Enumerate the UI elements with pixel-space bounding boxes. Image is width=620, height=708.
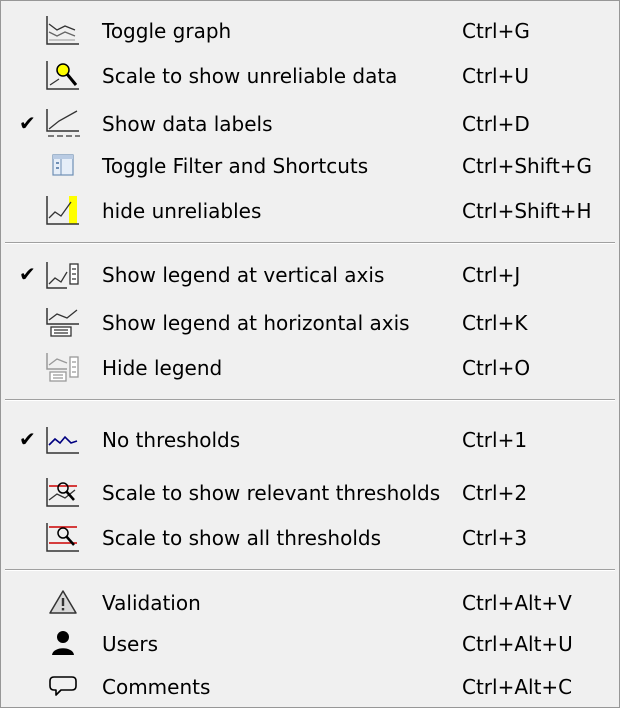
all-thresholds-icon bbox=[45, 521, 81, 553]
menu-item-show-data-labels[interactable]: ✔ Show data labels Ctrl+D bbox=[1, 104, 619, 144]
check-icon: ✔ bbox=[19, 262, 36, 286]
menu-item-hide-unreliables[interactable]: hide unreliables Ctrl+Shift+H bbox=[1, 191, 619, 231]
check-icon: ✔ bbox=[19, 427, 36, 451]
menu-item-shortcut: Ctrl+Alt+C bbox=[462, 675, 573, 699]
menu-item-relevant-thresholds[interactable]: Scale to show relevant thresholds Ctrl+2 bbox=[1, 473, 619, 513]
menu-item-all-thresholds[interactable]: Scale to show all thresholds Ctrl+3 bbox=[1, 518, 619, 558]
menu-item-label: Validation bbox=[102, 591, 201, 615]
menu-item-label: Toggle Filter and Shortcuts bbox=[102, 154, 369, 178]
menu-item-toggle-graph[interactable]: Toggle graph Ctrl+G bbox=[1, 11, 619, 51]
menu-item-shortcut: Ctrl+K bbox=[462, 311, 528, 335]
legend-horizontal-icon bbox=[45, 306, 81, 338]
menu-separator bbox=[5, 569, 615, 571]
menu-item-label: hide unreliables bbox=[102, 199, 262, 223]
data-labels-icon bbox=[45, 107, 81, 139]
hide-legend-icon bbox=[45, 351, 81, 383]
warning-icon bbox=[45, 586, 81, 618]
scale-unreliable-icon bbox=[45, 59, 81, 91]
hide-unreliables-icon bbox=[45, 194, 81, 226]
no-thresholds-icon bbox=[45, 423, 81, 455]
menu-item-shortcut: Ctrl+O bbox=[462, 356, 531, 380]
menu-item-label: Toggle graph bbox=[102, 19, 232, 43]
menu-item-label: Scale to show all thresholds bbox=[102, 526, 381, 550]
menu-item-shortcut: Ctrl+2 bbox=[462, 481, 528, 505]
menu-item-shortcut: Ctrl+Shift+H bbox=[462, 199, 592, 223]
menu-item-label: Scale to show unreliable data bbox=[102, 64, 398, 88]
menu-item-shortcut: Ctrl+Shift+G bbox=[462, 154, 593, 178]
menu-item-label: No thresholds bbox=[102, 428, 241, 452]
graph-toggle-icon bbox=[45, 14, 81, 46]
menu-item-label: Users bbox=[102, 632, 159, 656]
user-icon bbox=[45, 627, 81, 659]
relevant-thresholds-icon bbox=[45, 476, 81, 508]
menu-item-toggle-filter-shortcuts[interactable]: Toggle Filter and Shortcuts Ctrl+Shift+G bbox=[1, 146, 619, 186]
menu-item-label: Hide legend bbox=[102, 356, 223, 380]
menu-separator bbox=[5, 242, 615, 244]
context-menu: Toggle graph Ctrl+G Scale to show unreli… bbox=[0, 0, 620, 708]
menu-item-hide-legend[interactable]: Hide legend Ctrl+O bbox=[1, 348, 619, 388]
menu-item-legend-horizontal[interactable]: Show legend at horizontal axis Ctrl+K bbox=[1, 303, 619, 343]
menu-item-label: Comments bbox=[102, 675, 211, 699]
menu-item-shortcut: Ctrl+G bbox=[462, 19, 530, 43]
menu-item-users[interactable]: Users Ctrl+Alt+U bbox=[1, 624, 619, 664]
filter-shortcuts-icon bbox=[45, 149, 81, 181]
menu-item-validation[interactable]: Validation Ctrl+Alt+V bbox=[1, 583, 619, 623]
menu-item-scale-unreliable[interactable]: Scale to show unreliable data Ctrl+U bbox=[1, 56, 619, 96]
menu-item-no-thresholds[interactable]: ✔ No thresholds Ctrl+1 bbox=[1, 420, 619, 460]
menu-item-label: Show legend at vertical axis bbox=[102, 263, 385, 287]
menu-item-legend-vertical[interactable]: ✔ Show legend at vertical axis Ctrl+J bbox=[1, 255, 619, 295]
check-icon: ✔ bbox=[19, 111, 36, 135]
menu-separator bbox=[5, 399, 615, 401]
menu-item-label: Scale to show relevant thresholds bbox=[102, 481, 441, 505]
menu-item-shortcut: Ctrl+Alt+V bbox=[462, 591, 572, 615]
menu-item-comments[interactable]: Comments Ctrl+Alt+C bbox=[1, 667, 619, 707]
menu-item-shortcut: Ctrl+1 bbox=[462, 428, 528, 452]
menu-item-shortcut: Ctrl+3 bbox=[462, 526, 528, 550]
menu-item-shortcut: Ctrl+J bbox=[462, 263, 521, 287]
menu-item-shortcut: Ctrl+U bbox=[462, 64, 529, 88]
menu-item-label: Show legend at horizontal axis bbox=[102, 311, 410, 335]
legend-vertical-icon bbox=[45, 258, 81, 290]
comment-icon bbox=[45, 670, 81, 702]
menu-item-shortcut: Ctrl+Alt+U bbox=[462, 632, 573, 656]
menu-item-shortcut: Ctrl+D bbox=[462, 112, 530, 136]
menu-item-label: Show data labels bbox=[102, 112, 273, 136]
